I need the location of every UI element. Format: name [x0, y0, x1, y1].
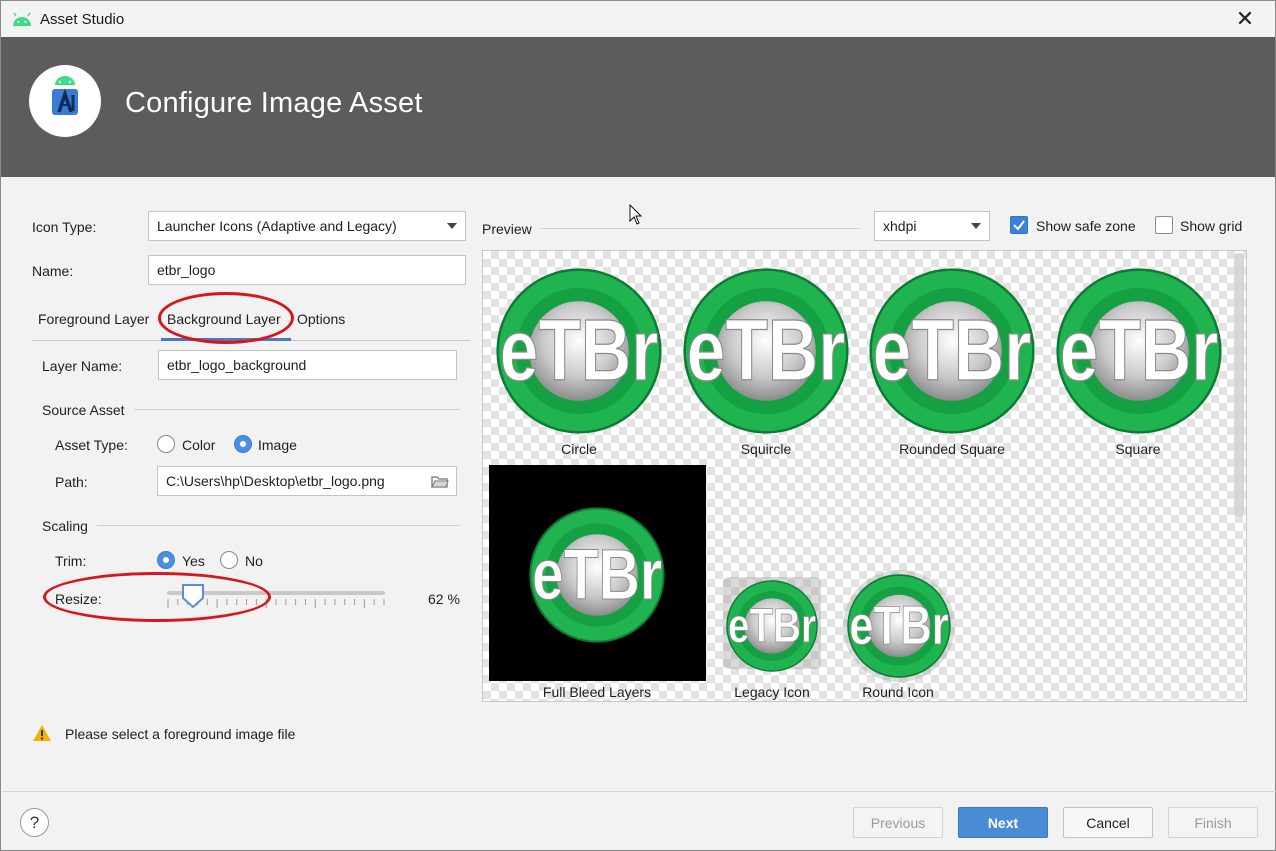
window-title: Asset Studio: [40, 11, 125, 28]
icon-type-value: Launcher Icons (Adaptive and Legacy): [157, 218, 397, 234]
etbr-logo-icon: eTBr: [869, 268, 1035, 434]
android-studio-logo: [29, 65, 101, 137]
tab-options[interactable]: Options: [297, 311, 345, 327]
cancel-button[interactable]: Cancel: [1063, 807, 1153, 838]
svg-text:eTBr: eTBr: [687, 302, 846, 399]
tab-foreground-layer[interactable]: Foreground Layer: [38, 311, 149, 327]
svg-text:eTBr: eTBr: [1060, 302, 1219, 399]
resize-value: 62 %: [428, 591, 460, 607]
title-bar: Asset Studio ✕: [1, 1, 1275, 37]
close-button[interactable]: ✕: [1229, 5, 1261, 33]
show-grid-label: Show grid: [1180, 218, 1243, 234]
layer-name-input[interactable]: [167, 357, 448, 373]
asset-studio-window: Asset Studio ✕ Configure Image Asset Ico…: [0, 0, 1276, 851]
asset-type-label: Asset Type:: [55, 437, 128, 453]
density-dropdown[interactable]: xhdpi: [874, 211, 990, 241]
path-label: Path:: [55, 474, 88, 490]
density-value: xhdpi: [883, 218, 917, 234]
trim-no-label: No: [245, 553, 263, 569]
android-studio-icon: [52, 76, 78, 115]
preview-title: Preview: [482, 221, 532, 237]
selected-tab-indicator: [161, 338, 291, 341]
layer-name-label: Layer Name:: [42, 358, 123, 374]
warning-message: Please select a foreground image file: [65, 726, 296, 742]
close-icon: ✕: [1235, 6, 1255, 31]
show-safe-zone-checkbox[interactable]: [1010, 216, 1028, 234]
scaling-title: Scaling: [42, 518, 88, 534]
header-banner: Configure Image Asset: [1, 37, 1275, 177]
preview-icon-label: Square: [1115, 441, 1161, 457]
etbr-logo-icon: eTBr: [496, 268, 662, 434]
show-grid-checkbox[interactable]: [1155, 216, 1173, 234]
help-button[interactable]: ?: [20, 808, 49, 837]
preview-icon-label: Squircle: [740, 441, 792, 457]
chevron-down-icon: [447, 223, 457, 229]
svg-text:eTBr: eTBr: [873, 302, 1032, 399]
source-asset-divider: [134, 409, 460, 410]
asset-type-image-label: Image: [258, 437, 297, 453]
trim-no-radio[interactable]: [220, 551, 238, 569]
scaling-divider: [97, 525, 460, 526]
folder-icon[interactable]: [431, 475, 449, 489]
etbr-logo-icon: eTBr: [683, 268, 849, 434]
preview-scrollbar[interactable]: [1234, 253, 1244, 517]
preview-icon-label: Circle: [561, 441, 597, 457]
mouse-cursor-icon: [629, 204, 643, 225]
path-input[interactable]: [166, 473, 426, 489]
etbr-logo-icon: eTBr: [1056, 268, 1222, 434]
asset-type-color-label: Color: [182, 437, 216, 453]
asset-type-color-radio[interactable]: [157, 435, 175, 453]
page-title: Configure Image Asset: [125, 87, 423, 119]
etbr-logo-icon: eTBr: [847, 574, 951, 678]
path-field[interactable]: [157, 466, 457, 496]
layer-tabs: Foreground Layer Background Layer Option…: [32, 305, 470, 341]
previous-button[interactable]: Previous: [853, 807, 943, 838]
etbr-logo-icon: eTBr: [529, 507, 665, 643]
android-icon: [13, 12, 31, 26]
chevron-down-icon: [971, 223, 981, 229]
preview-icon-label: Rounded Square: [899, 441, 1005, 457]
name-input[interactable]: [157, 262, 457, 278]
trim-label: Trim:: [55, 553, 87, 569]
layer-name-field[interactable]: [158, 350, 457, 380]
source-asset-title: Source Asset: [42, 402, 125, 418]
svg-text:eTBr: eTBr: [500, 302, 659, 399]
resize-label: Resize:: [55, 591, 102, 607]
footer-divider: [2, 791, 1276, 792]
name-field[interactable]: [148, 255, 466, 285]
trim-yes-label: Yes: [182, 553, 205, 569]
show-safe-zone-label: Show safe zone: [1036, 218, 1136, 234]
tab-background-layer[interactable]: Background Layer: [167, 311, 281, 327]
resize-slider-thumb[interactable]: [181, 583, 205, 609]
svg-text:eTBr: eTBr: [728, 599, 816, 653]
preview-divider: [541, 228, 859, 229]
etbr-logo-icon: eTBr: [726, 580, 818, 672]
preview-icon-label: Round Icon: [862, 684, 934, 700]
icon-type-label: Icon Type:: [32, 219, 97, 235]
name-label: Name:: [32, 263, 74, 279]
checkmark-icon: [1013, 220, 1025, 231]
warning-icon: [33, 725, 51, 741]
asset-type-image-radio[interactable]: [234, 435, 252, 453]
svg-text:eTBr: eTBr: [532, 534, 662, 615]
help-icon: ?: [29, 812, 40, 832]
trim-yes-radio[interactable]: [157, 551, 175, 569]
svg-text:eTBr: eTBr: [849, 596, 949, 657]
icon-type-dropdown[interactable]: Launcher Icons (Adaptive and Legacy): [148, 211, 466, 241]
preview-icon-label: Full Bleed Layers: [542, 684, 652, 700]
next-button[interactable]: Next: [958, 807, 1048, 838]
finish-button[interactable]: Finish: [1168, 807, 1258, 838]
